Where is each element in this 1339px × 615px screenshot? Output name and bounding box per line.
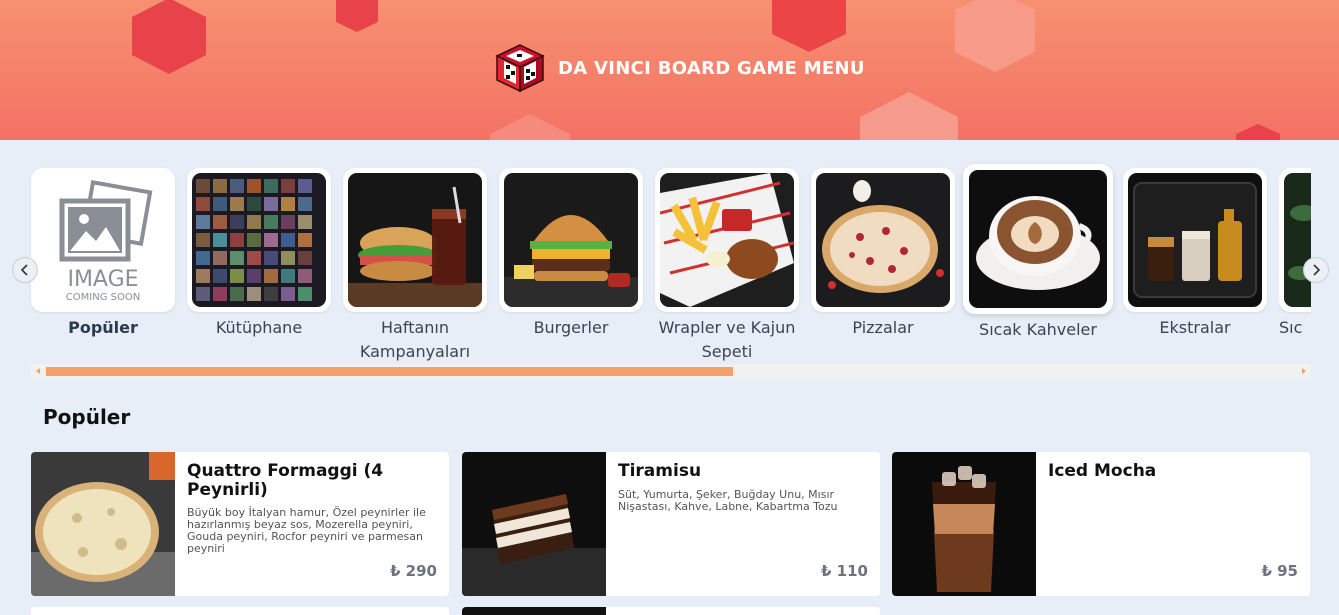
- decor-hexagon: [955, 0, 1035, 72]
- product-name: Iced Mocha: [1048, 461, 1157, 481]
- category-thumbnail: IMAGE COMING SOON: [31, 168, 175, 312]
- carousel-prev-button[interactable]: [12, 257, 38, 283]
- image-coming-soon-placeholder: IMAGE COMING SOON: [36, 173, 170, 307]
- carousel-next-button[interactable]: [1303, 257, 1329, 283]
- decor-hexagon: [132, 0, 206, 74]
- category-thumbnail: [187, 168, 331, 312]
- chevron-left-icon: [20, 264, 28, 276]
- header-banner: DA VINCI BOARD GAME MENU: [0, 0, 1339, 140]
- product-card[interactable]: Tiramisu Süt, Yumurta, Şeker, Buğday Unu…: [462, 452, 880, 596]
- product-price: ₺ 110: [821, 562, 868, 580]
- product-image: [462, 607, 606, 615]
- brand[interactable]: DA VINCI BOARD GAME MENU: [494, 42, 865, 94]
- pizza-image: [816, 173, 950, 307]
- category-item-partial[interactable]: Sıc: [1279, 168, 1311, 340]
- category-thumbnail: [1123, 168, 1267, 312]
- product-name: Tiramisu: [618, 461, 702, 481]
- category-item-pizzalar[interactable]: Pizzalar: [811, 168, 955, 340]
- category-item-burgerler[interactable]: Burgerler: [499, 168, 643, 340]
- decor-hexagon: [490, 114, 570, 140]
- product-description: Süt, Yumurta, Şeker, Buğday Unu, Mısır N…: [618, 488, 838, 513]
- category-item-ekstralar[interactable]: Ekstralar: [1123, 168, 1267, 340]
- product-card-partial[interactable]: [462, 607, 880, 615]
- category-item-populer[interactable]: IMAGE COMING SOON Popüler: [31, 168, 175, 340]
- category-thumbnail: [811, 168, 955, 312]
- decor-hexagon: [860, 92, 958, 140]
- product-description: Büyük boy İtalyan hamur, Özel peynirler …: [187, 506, 426, 555]
- scrollbar-thumb[interactable]: [46, 367, 733, 376]
- fries-basket-image: [660, 173, 794, 307]
- scroll-left-arrow-icon[interactable]: [36, 368, 40, 374]
- dice-logo-icon: [495, 44, 545, 93]
- category-label: Wrapler ve Kajun Sepeti: [658, 318, 796, 361]
- category-thumbnail: [963, 164, 1113, 314]
- carousel-scrollbar[interactable]: [31, 364, 1311, 378]
- category-label: Ekstralar: [1159, 318, 1231, 337]
- decor-hexagon: [336, 0, 378, 32]
- category-thumbnail: [1279, 168, 1311, 312]
- category-label: Sıc: [1279, 318, 1303, 337]
- sandwich-and-cola-image: [348, 173, 482, 307]
- product-card-partial[interactable]: [31, 607, 449, 615]
- placeholder-subtext: COMING SOON: [66, 292, 140, 303]
- category-label: Sıcak Kahveler: [979, 320, 1097, 339]
- product-image: [892, 452, 1036, 596]
- decor-hexagon: [1236, 124, 1280, 140]
- category-label: Pizzalar: [852, 318, 914, 337]
- latte-image: [969, 170, 1107, 308]
- chevron-right-icon: [1313, 264, 1321, 276]
- category-image-partial: [1284, 173, 1311, 307]
- scroll-right-arrow-icon[interactable]: [1302, 368, 1306, 374]
- category-item-haftanin-kampanyalari[interactable]: Haftanın Kampanyaları: [343, 168, 487, 364]
- product-image: [31, 452, 175, 596]
- product-name: Quattro Formaggi (4 Peynirli): [187, 461, 384, 500]
- product-price: ₺ 290: [390, 562, 437, 580]
- extras-image: [1128, 173, 1262, 307]
- category-item-kutuphane[interactable]: Kütüphane: [187, 168, 331, 340]
- board-game-shelf-image: [192, 173, 326, 307]
- category-thumbnail: [343, 168, 487, 312]
- burger-image: [504, 173, 638, 307]
- product-image: [462, 452, 606, 596]
- category-label: Kütüphane: [215, 318, 303, 337]
- placeholder-text: IMAGE: [67, 267, 138, 292]
- category-label: Popüler: [68, 318, 138, 337]
- product-card[interactable]: Quattro Formaggi (4 Peynirli) Büyük boy …: [31, 452, 449, 596]
- product-card[interactable]: Iced Mocha ₺ 95: [892, 452, 1310, 596]
- category-label: Haftanın Kampanyaları: [359, 318, 471, 361]
- category-thumbnail: [499, 168, 643, 312]
- category-label: Burgerler: [533, 318, 609, 337]
- category-thumbnail: [655, 168, 799, 312]
- app-title: DA VINCI BOARD GAME MENU: [558, 57, 865, 79]
- section-title: Popüler: [43, 405, 131, 429]
- category-item-wrapler-ve-kajun-sepeti[interactable]: Wrapler ve Kajun Sepeti: [655, 168, 799, 364]
- category-carousel[interactable]: IMAGE COMING SOON Popüler Kütüphane Haft…: [0, 160, 1339, 390]
- product-price: ₺ 95: [1261, 562, 1298, 580]
- category-item-sicak-kahveler[interactable]: Sıcak Kahveler: [963, 164, 1113, 342]
